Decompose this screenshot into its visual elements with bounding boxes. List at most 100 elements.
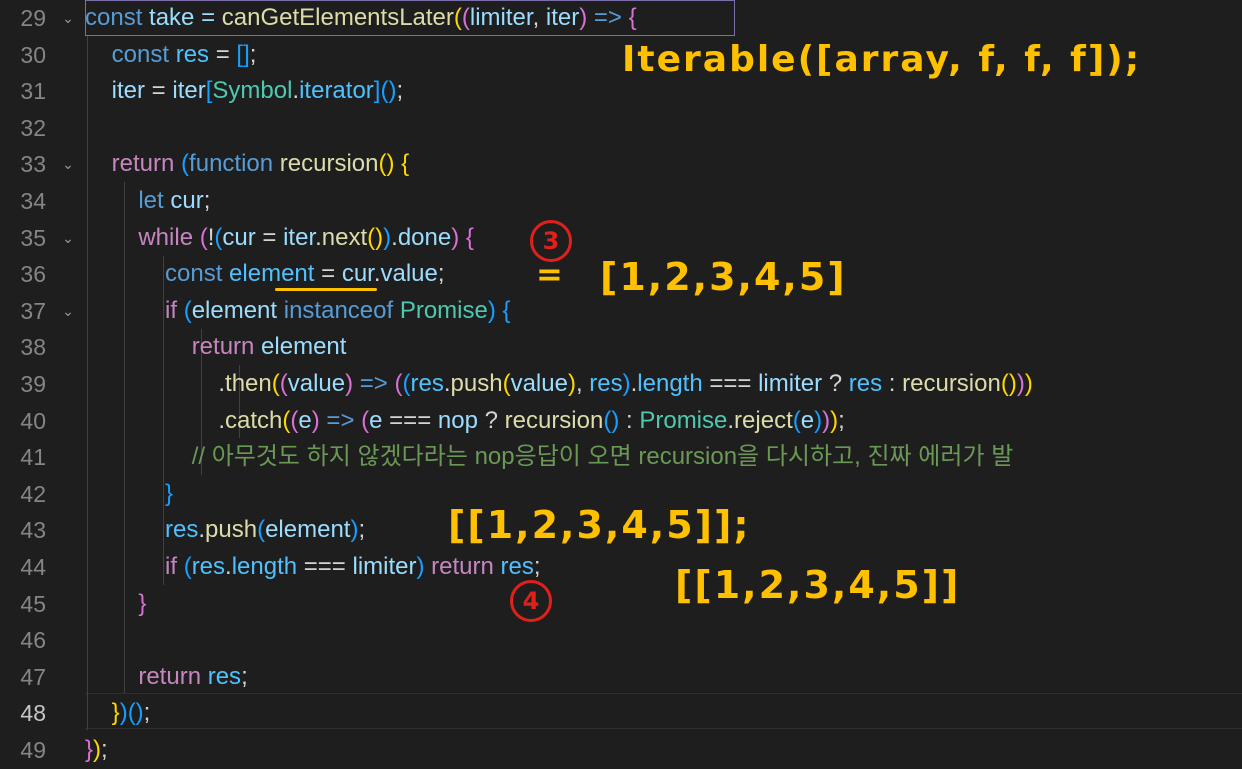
code-token: return (191, 333, 255, 361)
code-token: iter (283, 223, 316, 251)
code-token: : (619, 406, 640, 434)
fold-chevron-icon[interactable]: ⌄ (60, 146, 76, 183)
code-token: next (321, 223, 368, 251)
code-token: . (443, 370, 451, 397)
code-token: ) (93, 736, 102, 763)
code-token: Symbol (212, 77, 293, 105)
code-token: element (222, 260, 315, 288)
code-text: return element (85, 329, 1242, 366)
code-token: cur (163, 187, 204, 214)
code-token: ) (383, 223, 392, 251)
code-token: . (373, 260, 381, 288)
code-token: () (367, 223, 384, 251)
code-token: ( (461, 4, 470, 31)
fold-chevron-icon[interactable]: ⌄ (60, 0, 76, 37)
code-line[interactable]: 29 ⌄ const take = canGetElementsLater((lim… (0, 0, 1242, 37)
code-token: ( (181, 150, 190, 178)
line-number: 34 (20, 188, 46, 214)
line-number: 47 (20, 663, 46, 690)
code-line[interactable]: 45 } (0, 586, 1242, 623)
code-token: if (165, 296, 178, 324)
code-token: ) (814, 406, 823, 434)
code-line[interactable]: 35 ⌄ while (!(cur = iter.next()).done) { (0, 220, 1242, 257)
code-line[interactable]: 49}); (0, 732, 1242, 769)
code-token: iterator (299, 77, 374, 105)
iterable-annotation: Iterable([array, f, f, f]); (622, 39, 1142, 80)
fold-chevron-icon[interactable]: ⌄ (60, 293, 76, 330)
code-line[interactable]: 39 .then((value) => ((res.push(value), r… (0, 366, 1242, 403)
code-token: { (459, 223, 474, 251)
code-token: = (255, 223, 284, 251)
element-value-annotation: [1,2,3,4,5] (600, 255, 847, 299)
code-token: === (702, 370, 759, 397)
code-token: : (882, 370, 903, 397)
code-token: ( (394, 370, 403, 397)
code-line[interactable]: 38 return element (0, 329, 1242, 366)
code-token: } (111, 699, 120, 727)
code-token: , (532, 4, 546, 31)
line-number: 48 (20, 700, 46, 727)
code-token: ( (183, 553, 192, 580)
code-line[interactable]: 33 ⌄ return (function recursion() { (0, 146, 1242, 183)
code-token: . (315, 223, 322, 251)
code-token: ) (822, 406, 831, 434)
code-token: ) (1016, 370, 1025, 397)
code-line[interactable]: 47 return res; (0, 659, 1242, 696)
line-number: 45 (20, 590, 46, 617)
code-token: e (298, 406, 312, 434)
fold-chevron-icon[interactable]: ⌄ (60, 220, 76, 257)
return-annotation: [[1,2,3,4,5]] (675, 563, 961, 607)
code-token: cur (222, 223, 256, 251)
code-token: ( (792, 406, 801, 434)
line-number: 33 (20, 151, 46, 178)
line-number: 36 (20, 261, 46, 288)
code-token: value (510, 370, 568, 397)
code-token: ; (249, 40, 257, 68)
line-number: 38 (20, 334, 46, 361)
code-line[interactable]: 41 // 아무것도 하지 않겠다라는 nop응답이 오면 recursion을… (0, 439, 1242, 476)
code-token: () (1000, 370, 1017, 397)
code-token: Promise (399, 296, 488, 324)
line-number: 39 (20, 371, 46, 397)
code-token: = (314, 260, 342, 288)
code-token: const (165, 260, 223, 288)
code-token: canGetElementsLater (221, 4, 454, 31)
line-number: 30 (20, 41, 46, 68)
code-token: return (424, 553, 494, 580)
line-number: 42 (20, 480, 46, 507)
code-text: while (!(cur = iter.next()).done) { (85, 220, 1242, 257)
code-line[interactable]: 40 .catch((e) => (e === nop ? recursion(… (0, 403, 1242, 440)
code-token: let (138, 187, 164, 214)
code-editor[interactable]: 29 ⌄ const take = canGetElementsLater((lim… (0, 0, 1242, 767)
code-text: if (res.length === limiter) return res; (85, 549, 1242, 586)
code-token: ; (358, 516, 366, 544)
code-token: function (189, 150, 274, 178)
code-line[interactable]: 44 if (res.length === limiter) return re… (0, 549, 1242, 586)
code-text: })(); (85, 695, 1242, 732)
code-line[interactable]: 46 (0, 622, 1242, 659)
code-text: }); (85, 732, 1242, 769)
code-token: iter (172, 77, 206, 105)
equals-annotation: = (536, 255, 565, 293)
code-token: take = (142, 4, 222, 31)
code-token: iter (111, 77, 146, 105)
element-underline (275, 288, 377, 291)
code-token: ) (1024, 370, 1033, 397)
code-token: . (225, 553, 232, 580)
code-line[interactable]: 32 (0, 110, 1242, 147)
code-token: return (138, 662, 202, 690)
code-token: () (380, 77, 397, 105)
code-line[interactable]: 34 let cur; (0, 183, 1242, 220)
code-line[interactable]: 48 })(); (0, 695, 1242, 732)
code-token: === (297, 553, 353, 580)
